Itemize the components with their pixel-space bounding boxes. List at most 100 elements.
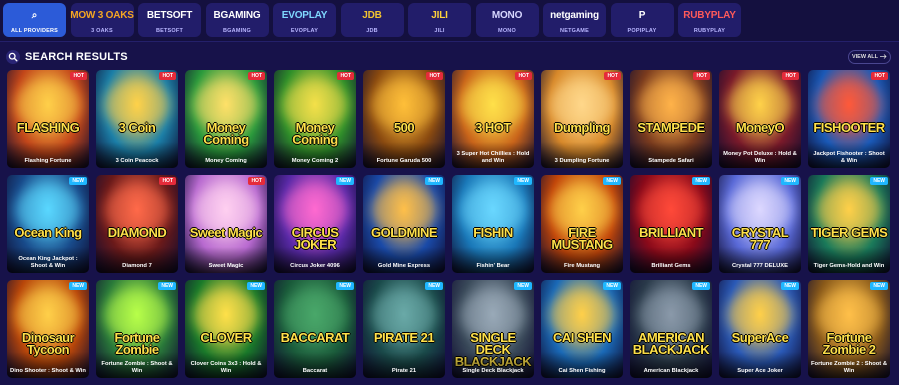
provider-logo: MONO bbox=[491, 9, 523, 21]
game-logo-text: MoneyO bbox=[735, 120, 785, 135]
game-card[interactable]: SINGLE DECK BLACKJACKSingle Deck Blackja… bbox=[452, 280, 534, 378]
game-card[interactable]: 3 HOT 3 Super Hot Chillies : Hold and Win… bbox=[452, 70, 534, 168]
new-badge: NEW bbox=[870, 282, 888, 290]
new-badge: NEW bbox=[69, 282, 87, 290]
game-card[interactable]: FISHOOTER Jackpot Fishooter : Shoot & Win… bbox=[808, 70, 890, 168]
provider-tab-all-providers[interactable]: ⌕ ALL PROVIDERS bbox=[3, 3, 66, 37]
game-caption: 3 Super Hot Chillies : Hold and Win bbox=[452, 142, 534, 168]
game-card[interactable]: MoneyO Money Pot Deluxe : Hold & Win HOT bbox=[719, 70, 801, 168]
section-title: SEARCH RESULTS bbox=[25, 51, 128, 63]
game-card[interactable]: GOLDMINE Gold Mine Express NEW bbox=[363, 175, 445, 273]
game-card[interactable]: AMERICAN BLACKJACK American Blackjack NEW bbox=[630, 280, 712, 378]
game-card[interactable]: CIRCUS JOKER Circus Joker 4096 NEW bbox=[274, 175, 356, 273]
game-card[interactable]: FISHIN Fishin' Bear NEW bbox=[452, 175, 534, 273]
game-caption: Stampede Safari bbox=[630, 142, 712, 168]
game-name: 3 Super Hot Chillies : Hold and Win bbox=[456, 151, 530, 164]
provider-tab-3-oaks[interactable]: MOW 3 OAKS 3 OAKS bbox=[70, 3, 134, 37]
game-card[interactable]: PIRATE 21 Pirate 21 NEW bbox=[363, 280, 445, 378]
new-badge: NEW bbox=[425, 282, 443, 290]
new-badge: NEW bbox=[336, 177, 354, 185]
game-name: 3 Coin Peacock bbox=[115, 158, 159, 164]
hot-badge: HOT bbox=[782, 72, 799, 80]
provider-tab-bgaming[interactable]: BGAMING BGAMING bbox=[205, 3, 269, 37]
hot-badge: HOT bbox=[248, 177, 265, 185]
provider-logo: RUBYPLAY bbox=[683, 9, 736, 21]
game-card[interactable]: Money Coming Money Coming 2 HOT bbox=[274, 70, 356, 168]
provider-tab-netgame[interactable]: netgaming NETGAME bbox=[543, 3, 606, 37]
game-card[interactable]: 500 Fortune Garuda 500 HOT bbox=[363, 70, 445, 168]
hot-badge: HOT bbox=[337, 72, 354, 80]
game-card[interactable]: CLOVER Clover Coins 3x3 : Hold & Win NEW bbox=[185, 280, 267, 378]
game-card[interactable]: Dinosaur Tycoon Dino Shooter : Shoot & Wi… bbox=[7, 280, 89, 378]
game-name: Brilliant Gems bbox=[651, 263, 691, 269]
game-logo-text: FISHOOTER bbox=[813, 120, 885, 135]
game-caption: Money Coming bbox=[185, 142, 267, 168]
game-name: Fortune Garuda 500 bbox=[376, 158, 432, 164]
game-logo-text: TIGER GEMS bbox=[810, 225, 888, 240]
game-card[interactable]: FLASHING Flashing Fortune HOT bbox=[7, 70, 89, 168]
game-caption: Tiger Gems-Hold and Win bbox=[808, 247, 890, 273]
game-name: Cai Shen Fishing bbox=[558, 368, 606, 374]
game-caption: Money Pot Deluxe : Hold & Win bbox=[719, 142, 801, 168]
hot-badge: HOT bbox=[426, 72, 443, 80]
game-card[interactable]: Money Coming Money Coming HOT bbox=[185, 70, 267, 168]
game-name: Single Deck Blackjack bbox=[462, 368, 524, 374]
game-caption: Super Ace Joker bbox=[719, 352, 801, 378]
game-caption: Flashing Fortune bbox=[7, 142, 89, 168]
game-card[interactable]: 3 Coin 3 Coin Peacock HOT bbox=[96, 70, 178, 168]
game-card[interactable]: Fortune Zombie 2 Fortune Zombie 2 : Shoot… bbox=[808, 280, 890, 378]
game-name: American Blackjack bbox=[643, 368, 699, 374]
game-card[interactable]: STAMPEDE Stampede Safari HOT bbox=[630, 70, 712, 168]
game-logo-text: BRILLIANT bbox=[638, 225, 704, 240]
game-caption: 3 Coin Peacock bbox=[96, 142, 178, 168]
game-name: Diamond 7 bbox=[122, 263, 152, 269]
provider-label: MONO bbox=[498, 28, 516, 34]
game-card[interactable]: Dumpling 3 Dumpling Fortune HOT bbox=[541, 70, 623, 168]
game-caption: Brilliant Gems bbox=[630, 247, 712, 273]
provider-tab-betsoft[interactable]: BETSOFT BETSOFT bbox=[138, 3, 201, 37]
game-card[interactable]: BRILLIANT Brilliant Gems NEW bbox=[630, 175, 712, 273]
game-name: Crystal 777 DELUXE bbox=[731, 263, 789, 269]
hot-badge: HOT bbox=[871, 72, 888, 80]
new-badge: NEW bbox=[870, 177, 888, 185]
game-logo-text: BACCARAT bbox=[280, 330, 350, 345]
game-caption: Pirate 21 bbox=[363, 352, 445, 378]
section-header: SEARCH RESULTS VIEW ALL bbox=[0, 46, 899, 68]
game-name: Gold Mine Express bbox=[377, 263, 431, 269]
game-card[interactable]: FIRE MUSTANG Fire Mustang NEW bbox=[541, 175, 623, 273]
game-card[interactable]: DIAMOND Diamond 7 HOT bbox=[96, 175, 178, 273]
game-logo-text: 3 HOT bbox=[475, 120, 511, 135]
provider-tab-evoplay[interactable]: EVOPLAY EVOPLAY bbox=[273, 3, 336, 37]
game-card[interactable]: BACCARAT Baccarat NEW bbox=[274, 280, 356, 378]
view-all-button[interactable]: VIEW ALL bbox=[848, 50, 891, 64]
provider-label: JILI bbox=[434, 28, 445, 34]
game-logo-text: STAMPEDE bbox=[637, 120, 705, 135]
provider-label: 3 OAKS bbox=[91, 28, 113, 34]
provider-tab-jdb[interactable]: JDB JDB bbox=[340, 3, 404, 37]
game-grid: FLASHING Flashing Fortune HOT 3 Coin 3 Coin … bbox=[7, 70, 897, 385]
hot-badge: HOT bbox=[159, 177, 176, 185]
game-caption: Crystal 777 DELUXE bbox=[719, 247, 801, 273]
game-name: Super Ace Joker bbox=[737, 368, 783, 374]
game-caption: Ocean King Jackpot : Shoot & Win bbox=[7, 247, 89, 273]
game-card[interactable]: CAI SHEN Cai Shen Fishing NEW bbox=[541, 280, 623, 378]
game-card[interactable]: CRYSTAL 777 Crystal 777 DELUXE NEW bbox=[719, 175, 801, 273]
game-card[interactable]: SuperAce Super Ace Joker NEW bbox=[719, 280, 801, 378]
provider-tab-popiplay[interactable]: P POPIPLAY bbox=[610, 3, 674, 37]
provider-tab-jili[interactable]: JILI JILI bbox=[408, 3, 471, 37]
provider-tab-rubyplay[interactable]: RUBYPLAY RUBYPLAY bbox=[678, 3, 741, 37]
new-badge: NEW bbox=[781, 177, 799, 185]
game-card[interactable]: Sweet Magic Sweet Magic HOT bbox=[185, 175, 267, 273]
provider-label: NETGAME bbox=[560, 28, 589, 34]
game-logo-text: CLOVER bbox=[200, 330, 252, 345]
game-card[interactable]: TIGER GEMS Tiger Gems-Hold and Win NEW bbox=[808, 175, 890, 273]
provider-label: ALL PROVIDERS bbox=[10, 28, 59, 34]
game-card[interactable]: Fortune Zombie Fortune Zombie : Shoot & W… bbox=[96, 280, 178, 378]
game-logo-text: Sweet Magic bbox=[189, 225, 263, 240]
provider-tab-mono[interactable]: MONO MONO bbox=[475, 3, 539, 37]
new-badge: NEW bbox=[514, 177, 532, 185]
game-caption: Sweet Magic bbox=[185, 247, 267, 273]
game-card[interactable]: Ocean King Ocean King Jackpot : Shoot & W… bbox=[7, 175, 89, 273]
new-badge: NEW bbox=[514, 282, 532, 290]
game-logo-text: FLASHING bbox=[16, 120, 80, 135]
